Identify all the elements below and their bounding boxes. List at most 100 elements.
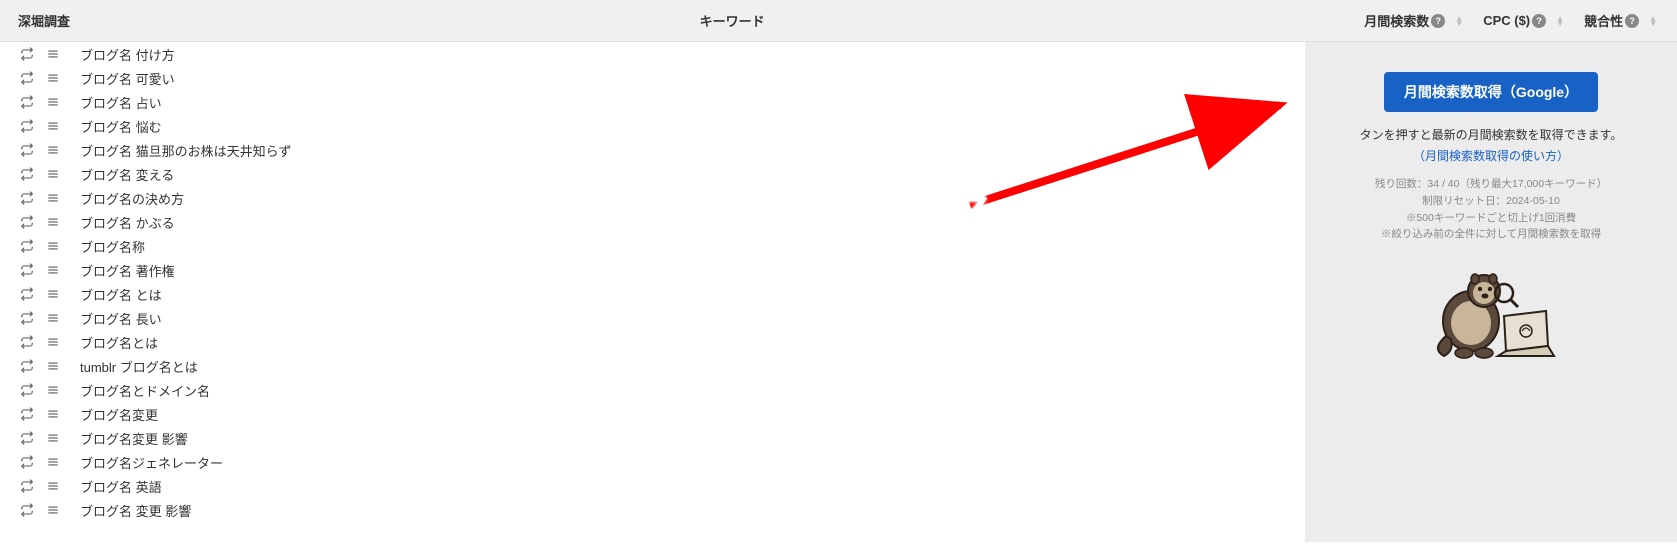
column-investigate: 深堀調査 — [10, 11, 110, 30]
column-cpc[interactable]: CPC ($) ? ▲▼ — [1473, 13, 1574, 28]
keyword-row: ブログ名 付け方 — [0, 42, 1305, 66]
keyword-text[interactable]: ブログ名 可愛い — [80, 69, 175, 88]
keyword-row: ブログ名とは — [0, 330, 1305, 354]
cpc-label: CPC ($) — [1483, 13, 1530, 28]
monthly-search-label: 月間検索数 — [1364, 11, 1429, 30]
keyword-text[interactable]: ブログ名変更 影響 — [80, 429, 188, 448]
retweet-icon[interactable] — [18, 431, 36, 445]
retweet-icon[interactable] — [18, 455, 36, 469]
menu-icon[interactable] — [44, 479, 62, 493]
keyword-row: ブログ名変更 影響 — [0, 426, 1305, 450]
note-1: ※500キーワードごと切上げ1回消費 — [1375, 210, 1607, 227]
menu-icon[interactable] — [44, 263, 62, 277]
sort-icon[interactable]: ▲▼ — [1649, 16, 1657, 26]
menu-icon[interactable] — [44, 383, 62, 397]
help-icon[interactable]: ? — [1625, 14, 1639, 28]
keyword-text[interactable]: ブログ名とドメイン名 — [80, 381, 210, 400]
menu-icon[interactable] — [44, 503, 62, 517]
side-description: タンを押すと最新の月間検索数を取得できます。 — [1360, 126, 1623, 143]
keyword-row: ブログ名称 — [0, 234, 1305, 258]
keyword-row: ブログ名 占い — [0, 90, 1305, 114]
retweet-icon[interactable] — [18, 263, 36, 277]
retweet-icon[interactable] — [18, 167, 36, 181]
keyword-row: tumblr ブログ名とは — [0, 354, 1305, 378]
keyword-text[interactable]: ブログ名 とは — [80, 285, 162, 304]
help-icon[interactable]: ? — [1431, 14, 1445, 28]
column-monthly-search[interactable]: 月間検索数 ? ▲▼ — [1354, 11, 1473, 30]
keyword-text[interactable]: ブログ名 変更 影響 — [80, 501, 191, 520]
menu-icon[interactable] — [44, 335, 62, 349]
keyword-text[interactable]: ブログ名 かぶる — [80, 213, 175, 232]
keyword-row: ブログ名 変える — [0, 162, 1305, 186]
menu-icon[interactable] — [44, 71, 62, 85]
menu-icon[interactable] — [44, 311, 62, 325]
menu-icon[interactable] — [44, 455, 62, 469]
keyword-text[interactable]: ブログ名変更 — [80, 405, 158, 424]
menu-icon[interactable] — [44, 119, 62, 133]
keyword-row: ブログ名の決め方 — [0, 186, 1305, 210]
keyword-row: ブログ名 悩む — [0, 114, 1305, 138]
menu-icon[interactable] — [44, 287, 62, 301]
retweet-icon[interactable] — [18, 215, 36, 229]
retweet-icon[interactable] — [18, 71, 36, 85]
keyword-text[interactable]: ブログ名 猫旦那のお株は天井知らず — [80, 141, 291, 160]
keyword-row: ブログ名 変更 影響 — [0, 498, 1305, 522]
keyword-text[interactable]: ブログ名とは — [80, 333, 158, 352]
menu-icon[interactable] — [44, 359, 62, 373]
menu-icon[interactable] — [44, 407, 62, 421]
retweet-icon[interactable] — [18, 383, 36, 397]
keyword-text[interactable]: ブログ名 英語 — [80, 477, 162, 496]
fetch-monthly-search-button[interactable]: 月間検索数取得（Google） — [1384, 72, 1598, 112]
keyword-header-label: キーワード — [700, 14, 765, 29]
mascot-image — [1426, 261, 1556, 364]
competition-label: 競合性 — [1584, 11, 1623, 30]
retweet-icon[interactable] — [18, 335, 36, 349]
sort-icon[interactable]: ▲▼ — [1556, 16, 1564, 26]
keyword-row: ブログ名 可愛い — [0, 66, 1305, 90]
retweet-icon[interactable] — [18, 191, 36, 205]
keyword-row: ブログ名とドメイン名 — [0, 378, 1305, 402]
keyword-text[interactable]: ブログ名 著作権 — [80, 261, 175, 280]
keyword-row: ブログ名 とは — [0, 282, 1305, 306]
retweet-icon[interactable] — [18, 47, 36, 61]
sort-icon[interactable]: ▲▼ — [1455, 16, 1463, 26]
retweet-icon[interactable] — [18, 311, 36, 325]
table-header: 深堀調査 キーワード 月間検索数 ? ▲▼ CPC ($) ? ▲▼ 競合性 ?… — [0, 0, 1677, 42]
menu-icon[interactable] — [44, 431, 62, 445]
retweet-icon[interactable] — [18, 143, 36, 157]
help-link[interactable]: （月間検索数取得の使い方） — [1413, 147, 1569, 164]
retweet-icon[interactable] — [18, 119, 36, 133]
reset-date: 制限リセット日：2024-05-10 — [1375, 193, 1607, 210]
keyword-row: ブログ名ジェネレーター — [0, 450, 1305, 474]
retweet-icon[interactable] — [18, 479, 36, 493]
menu-icon[interactable] — [44, 143, 62, 157]
keyword-text[interactable]: ブログ名称 — [80, 237, 145, 256]
help-icon[interactable]: ? — [1532, 14, 1546, 28]
retweet-icon[interactable] — [18, 95, 36, 109]
keyword-text[interactable]: ブログ名 変える — [80, 165, 174, 184]
keyword-text[interactable]: ブログ名 長い — [80, 309, 162, 328]
keyword-row: ブログ名 長い — [0, 306, 1305, 330]
column-keyword: キーワード — [110, 11, 1354, 30]
keyword-row: ブログ名 著作権 — [0, 258, 1305, 282]
menu-icon[interactable] — [44, 95, 62, 109]
keyword-text[interactable]: ブログ名ジェネレーター — [80, 453, 223, 472]
keyword-text[interactable]: ブログ名 占い — [80, 93, 162, 112]
retweet-icon[interactable] — [18, 239, 36, 253]
keyword-text[interactable]: ブログ名の決め方 — [80, 189, 184, 208]
retweet-icon[interactable] — [18, 407, 36, 421]
keyword-list: ブログ名 付け方ブログ名 可愛いブログ名 占いブログ名 悩むブログ名 猫旦那のお… — [0, 42, 1305, 542]
keyword-text[interactable]: ブログ名 悩む — [80, 117, 162, 136]
menu-icon[interactable] — [44, 239, 62, 253]
column-competition[interactable]: 競合性 ? ▲▼ — [1574, 11, 1667, 30]
menu-icon[interactable] — [44, 215, 62, 229]
keyword-row: ブログ名 英語 — [0, 474, 1305, 498]
keyword-text[interactable]: ブログ名 付け方 — [80, 45, 175, 64]
retweet-icon[interactable] — [18, 359, 36, 373]
menu-icon[interactable] — [44, 47, 62, 61]
menu-icon[interactable] — [44, 167, 62, 181]
retweet-icon[interactable] — [18, 503, 36, 517]
keyword-text[interactable]: tumblr ブログ名とは — [80, 357, 198, 376]
retweet-icon[interactable] — [18, 287, 36, 301]
menu-icon[interactable] — [44, 191, 62, 205]
